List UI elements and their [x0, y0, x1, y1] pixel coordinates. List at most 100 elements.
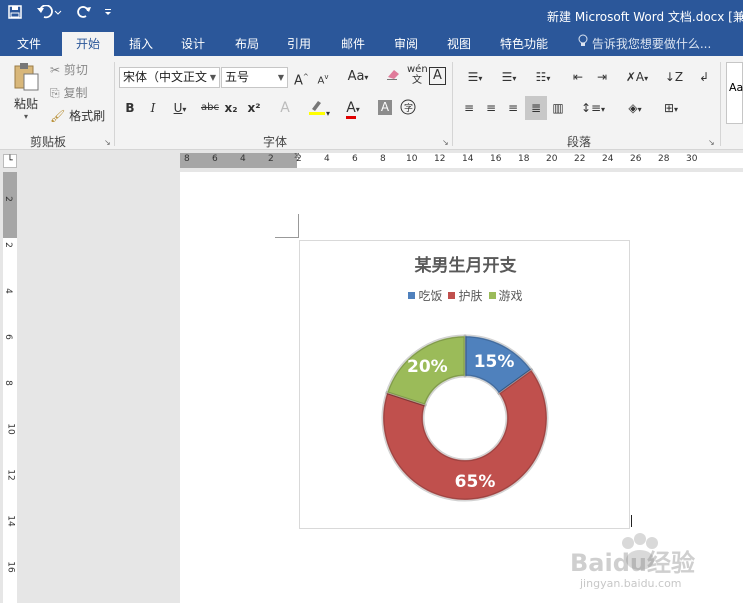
font-family-value: 宋体（中文正文 [123, 70, 208, 84]
ruler-tick-label: 30 [686, 154, 698, 164]
font-size-value: 五号 [225, 70, 250, 84]
group-separator [452, 62, 453, 146]
font-color-icon: A [346, 101, 356, 119]
tab-mailings[interactable]: 邮件 [332, 32, 374, 56]
phonetic-guide-button[interactable]: wén 文 [407, 64, 428, 86]
format-painter-label: 格式刷 [69, 109, 106, 123]
chart-frame[interactable]: 某男生月开支 吃饭 护肤 游戏 15% 65% 20% [299, 240, 630, 529]
ruler-tick-label: 16 [490, 154, 502, 164]
paragraph-group-label: 段落 [567, 135, 592, 149]
underline-button[interactable]: U▾ [168, 98, 192, 120]
character-border-icon: A [433, 68, 442, 83]
data-label[interactable]: 65% [455, 472, 496, 492]
grow-font-button[interactable]: A^ [294, 67, 309, 91]
text-effects-button[interactable]: A [278, 98, 292, 118]
clear-format-button[interactable] [384, 67, 402, 87]
ribbon-tabs: 文件 开始 插入 设计 布局 引用 邮件 审阅 视图 特色功能 告诉我您想要做什… [0, 32, 743, 56]
cut-label: 剪切 [63, 63, 88, 77]
copy-button[interactable]: ⎘ 复制 [50, 83, 87, 103]
align-right-icon: ≡ [507, 101, 519, 115]
paste-dropdown-arrow[interactable]: ▾ [8, 112, 44, 121]
ruler-tick-label: 10 [5, 423, 16, 435]
numbering-button[interactable]: ☰▾ [494, 67, 524, 89]
undo-icon[interactable] [34, 4, 64, 26]
data-label[interactable]: 15% [474, 352, 515, 372]
ruler-left-margin [180, 153, 297, 168]
italic-button[interactable]: I [148, 98, 158, 118]
ruler-tick-label: 26 [630, 154, 642, 164]
decrease-indent-button[interactable]: ⇤ [568, 67, 588, 87]
character-shading-button[interactable]: A [378, 100, 392, 115]
align-right-button[interactable]: ≡ [504, 98, 522, 118]
tab-home[interactable]: 开始 [62, 32, 114, 56]
styles-gallery[interactable]: Aa [726, 62, 743, 124]
font-size-select[interactable]: 五号 ▼ [221, 67, 288, 88]
tab-special-features[interactable]: 特色功能 [494, 32, 554, 56]
shading-button[interactable]: ◈▾ [620, 98, 650, 120]
tab-review[interactable]: 审阅 [385, 32, 427, 56]
bold-button[interactable]: B [124, 98, 136, 118]
chevron-down-icon: ▼ [209, 73, 216, 82]
tab-layout[interactable]: 布局 [226, 32, 268, 56]
tab-insert[interactable]: 插入 [120, 32, 162, 56]
align-left-button[interactable]: ≡ [460, 98, 478, 118]
ruler-tick-label: 14 [5, 515, 16, 527]
ruler-tick-label: 22 [574, 154, 586, 164]
line-spacing-button[interactable]: ↕≡▾ [578, 98, 608, 120]
bullets-button[interactable]: ☰▾ [460, 67, 490, 89]
ruler-tick-label: 16 [5, 561, 16, 573]
increase-indent-icon: ⇥ [596, 70, 608, 84]
align-center-button[interactable]: ≡ [482, 98, 500, 118]
doughnut-chart[interactable]: 15% 65% 20% [300, 241, 631, 530]
distributed-align-icon: ▥ [552, 101, 564, 115]
justify-button[interactable]: ≣ [525, 96, 547, 120]
ruler-tick-label: 14 [462, 154, 474, 164]
highlight-button[interactable]: ▾ [306, 98, 332, 124]
ruler-tick-label: 2 [2, 242, 13, 248]
save-icon[interactable] [4, 4, 26, 26]
distributed-button[interactable]: ▥ [549, 98, 567, 118]
copy-label: 复制 [63, 86, 88, 100]
enclose-characters-button[interactable]: 字 [398, 98, 418, 122]
tell-me-text: 告诉我您想要做什么... [591, 37, 712, 51]
superscript-button[interactable]: x² [247, 98, 261, 118]
horizontal-ruler[interactable]: 8 6 4 2 2 4 6 8 10 12 14 16 18 20 22 24 26 28 30 ⧖ [180, 151, 743, 168]
cut-button[interactable]: ✂ 剪切 [50, 60, 88, 80]
show-marks-button[interactable]: ↲ [696, 67, 712, 87]
strikethrough-button[interactable]: abc [200, 98, 220, 118]
character-border-button[interactable]: A [429, 67, 446, 85]
increase-indent-button[interactable]: ⇥ [592, 67, 612, 87]
highlighter-icon [308, 101, 326, 119]
indent-marker-icon[interactable]: ⧖ [294, 151, 300, 161]
dialog-launcher-icon[interactable]: ↘ [708, 138, 715, 147]
dialog-launcher-icon[interactable]: ↘ [442, 138, 449, 147]
multilevel-list-button[interactable]: ☷▾ [528, 67, 558, 89]
margin-corner-mark [275, 237, 299, 238]
copy-icon: ⎘ [50, 86, 60, 100]
redo-icon[interactable] [73, 4, 95, 26]
tell-me-box[interactable]: 告诉我您想要做什么... [578, 32, 711, 56]
tab-selector-icon[interactable]: └ [3, 154, 17, 168]
subscript-button[interactable]: x₂ [224, 98, 238, 118]
ruler-tick-label: 10 [406, 154, 418, 164]
font-color-button[interactable]: A▾ [340, 98, 366, 120]
horizontal-ruler-row: └ 8 6 4 2 2 4 6 8 10 12 14 16 18 20 22 24 26 28 30 ⧖ [0, 150, 743, 172]
sort-button[interactable]: ↓Z [664, 67, 684, 87]
shrink-font-button[interactable]: Av [316, 67, 330, 91]
customize-qat-icon[interactable] [101, 4, 115, 26]
ruler-tick-label: 20 [546, 154, 558, 164]
format-painter-button[interactable]: 🖌 格式刷 [50, 106, 105, 126]
tab-design[interactable]: 设计 [172, 32, 214, 56]
borders-button[interactable]: ⊞▾ [656, 98, 686, 120]
paste-button[interactable]: 粘贴 ▾ [8, 62, 44, 126]
vertical-ruler[interactable]: 2 2 4 6 8 10 12 14 16 [3, 172, 17, 603]
tab-references[interactable]: 引用 [278, 32, 320, 56]
dialog-launcher-icon[interactable]: ↘ [104, 138, 111, 147]
data-label[interactable]: 20% [407, 357, 448, 377]
font-family-select[interactable]: 宋体（中文正文 ▼ [119, 67, 220, 88]
brush-icon: 🖌 [50, 109, 66, 123]
change-case-button[interactable]: Aa▾ [343, 67, 373, 88]
tab-file[interactable]: 文件 [6, 32, 52, 56]
chinese-layout-button[interactable]: ✗A▾ [622, 67, 652, 89]
tab-view[interactable]: 视图 [438, 32, 480, 56]
